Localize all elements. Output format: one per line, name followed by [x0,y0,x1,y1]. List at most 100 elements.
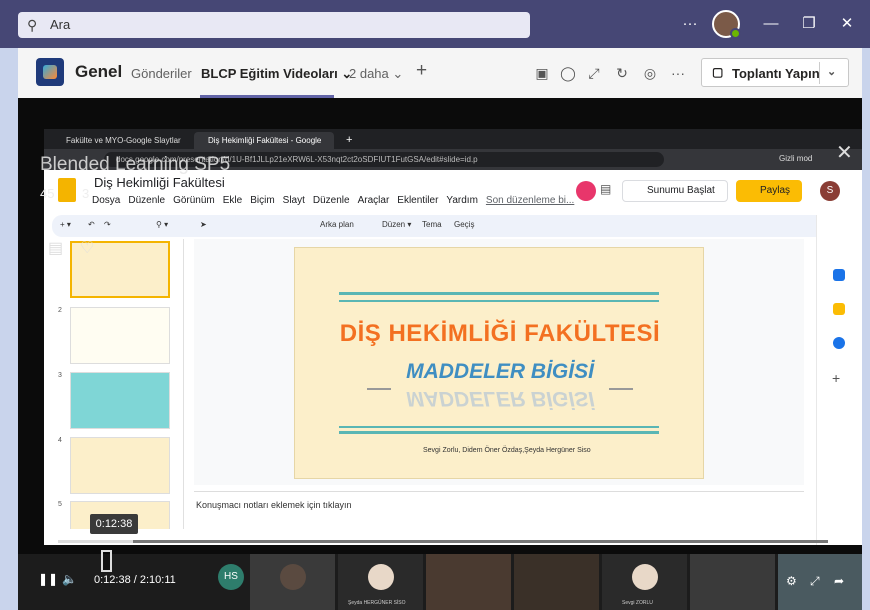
view-count: 45 [40,186,55,201]
like-count: 3 [82,186,90,201]
add-tab-button[interactable]: + [416,60,427,82]
share-button[interactable]: Paylaş [736,180,802,202]
slide-title: DİŞ HEKİMLİĞİ FAKÜLTESİ [339,320,661,347]
tab-blcp-videos[interactable]: BLCP Eğitim Videoları ⌄ [201,66,352,82]
menu-item[interactable]: Düzenle [313,195,350,206]
speaker-notes[interactable]: Konuşmacı notları eklemek için tıklayın [194,491,804,537]
maximize-icon[interactable]: ❐ [797,12,821,36]
search-input[interactable]: ⚲ Ara [18,12,530,38]
expand-icon[interactable]: ⤢ [584,63,604,83]
menu-item[interactable]: Yardım [446,195,478,206]
menu-item[interactable]: Görünüm [173,195,215,206]
slide-thumbnail[interactable] [70,307,170,364]
slide-subtitle: MADDELER BİGİSİ [406,360,594,383]
tasks-icon[interactable] [833,337,845,349]
divider [819,62,820,84]
video-title: Blended Learning SP5 [40,154,231,175]
theme-button[interactable]: Tema [422,220,442,229]
slide-number: 2 [58,307,62,314]
participant-tile [250,554,335,610]
menu-item[interactable]: Dosya [92,195,120,206]
incognito-label[interactable]: Gizli mod [779,154,812,163]
menu-item[interactable]: Slayt [283,195,305,206]
heart-icon[interactable]: ♡ [80,238,94,258]
add-to-list-icon[interactable]: ▤ [48,238,63,258]
chat-icon[interactable]: ◯ [558,63,578,83]
keep-icon[interactable] [833,303,845,315]
pause-icon[interactable]: ❚❚ [38,572,58,586]
settings-icon[interactable]: ⚙ [786,574,797,588]
add-addon-icon[interactable]: + [832,370,840,386]
comments-icon[interactable]: ▤ [600,182,611,196]
video-player[interactable]: Fakülte ve MYO-Google Slaytlar Diş Hekim… [18,98,862,610]
fullscreen-icon[interactable]: ⤢ [810,574,820,589]
slide-number: 5 [58,501,62,508]
select-icon[interactable]: ➤ [200,220,207,229]
search-placeholder: Ara [50,17,71,32]
search-icon: ⚲ [27,17,38,33]
refresh-icon[interactable]: ↻ [612,63,632,83]
tab-posts[interactable]: Gönderiler [131,66,192,81]
meet-call-icon[interactable] [576,181,596,201]
close-icon[interactable]: ✕ [835,12,859,36]
team-logo [36,58,64,86]
transition-button[interactable]: Geçiş [454,220,474,229]
participant-tile: HS [218,554,246,610]
avatar[interactable]: S [820,181,840,201]
volume-icon[interactable]: 🔈 [62,572,77,586]
menu-item[interactable]: Biçim [250,195,274,206]
menu-item[interactable]: Ekle [223,195,242,206]
meet-now-button[interactable]: ▢ Toplantı Yapın ⌄ [701,58,849,87]
zoom-icon[interactable]: ⚲ ▾ [156,220,168,229]
slides-header: Diş Hekimliği Fakültesi Dosya Düzenle Görü… [44,170,862,214]
share-icon[interactable]: ➦ [834,574,844,588]
participant-tile: Şeyda HERGÜNER SİSO [338,554,423,610]
present-button[interactable]: Sunumu Başlat [622,180,728,202]
slide-filmstrip: 2 3 4 5 [44,239,184,529]
participant-tile [690,554,775,610]
undo-icon[interactable]: ↶ [88,220,95,229]
presence-available-icon [730,28,741,39]
minimize-icon[interactable]: — [759,12,783,36]
menu-item[interactable]: Eklentiler [397,195,438,206]
last-edit-link[interactable]: Son düzenleme bi... [486,195,574,206]
browser-tab[interactable]: Fakülte ve MYO-Google Slaytlar [52,132,190,149]
progress-scrubber[interactable] [101,550,112,572]
channel-name: Genel [75,62,123,81]
browser-tab-active[interactable]: Diş Hekimliği Fakültesi - Google [194,132,334,149]
teams-window: ⚲ Ara ··· — ❐ ✕ Genel Gönderiler BLCP Eğ… [0,0,870,610]
menu-item[interactable]: Düzenle [128,195,165,206]
background-button[interactable]: Arka plan [320,220,354,229]
more-icon[interactable]: ··· [668,63,688,83]
avatar[interactable] [712,10,741,39]
share-label: Paylaş [760,185,791,196]
tab-more[interactable]: 2 daha ⌄ [349,66,403,82]
meeting-notes-icon[interactable]: ▣ [532,63,552,83]
side-panel: + [816,215,862,545]
calendar-icon[interactable] [833,269,845,281]
progress-fill [58,540,133,543]
redo-icon[interactable]: ↷ [104,220,111,229]
slide-thumbnail[interactable] [70,372,170,429]
participant-strip: ❚❚ 🔈 0:12:38 / 2:10:11 HS Şeyda HERGÜNER… [18,554,862,610]
menu-item[interactable]: Araçlar [358,195,390,206]
browser-tab-strip: Fakülte ve MYO-Google Slaytlar Diş Hekim… [44,129,862,149]
new-tab-icon[interactable]: + [332,132,352,149]
chevron-down-icon[interactable]: ⌄ [827,65,836,78]
slides-logo-icon [58,178,76,202]
participant-initials: HS [218,564,244,590]
current-slide[interactable]: DİŞ HEKİMLİĞİ FAKÜLTESİ MADDELER BİGİSİ … [294,247,704,479]
teams-title-bar: ⚲ Ara ··· — ❐ ✕ [0,0,870,48]
layout-button[interactable]: Düzen ▾ [382,220,411,229]
decorative-line [339,292,659,295]
globe-icon[interactable]: ◎ [640,63,660,83]
video-progress-bar[interactable] [58,540,828,543]
hover-time-tooltip: 0:12:38 [90,514,138,534]
slide-thumbnail[interactable] [70,437,170,494]
new-slide-icon[interactable]: + ▾ [60,220,71,229]
slides-toolbar: + ▾ ↶ ↷ ⚲ ▾ ➤ Arka plan Düzen ▾ Tema Geç… [52,215,854,237]
document-title[interactable]: Diş Hekimliği Fakültesi [94,175,225,190]
slide-authors: Sevgi Zorlu, Didem Öner Özdaş,Şeyda Herg… [423,447,591,454]
close-icon[interactable]: ✕ [836,140,853,165]
more-options-icon[interactable]: ··· [678,12,702,36]
